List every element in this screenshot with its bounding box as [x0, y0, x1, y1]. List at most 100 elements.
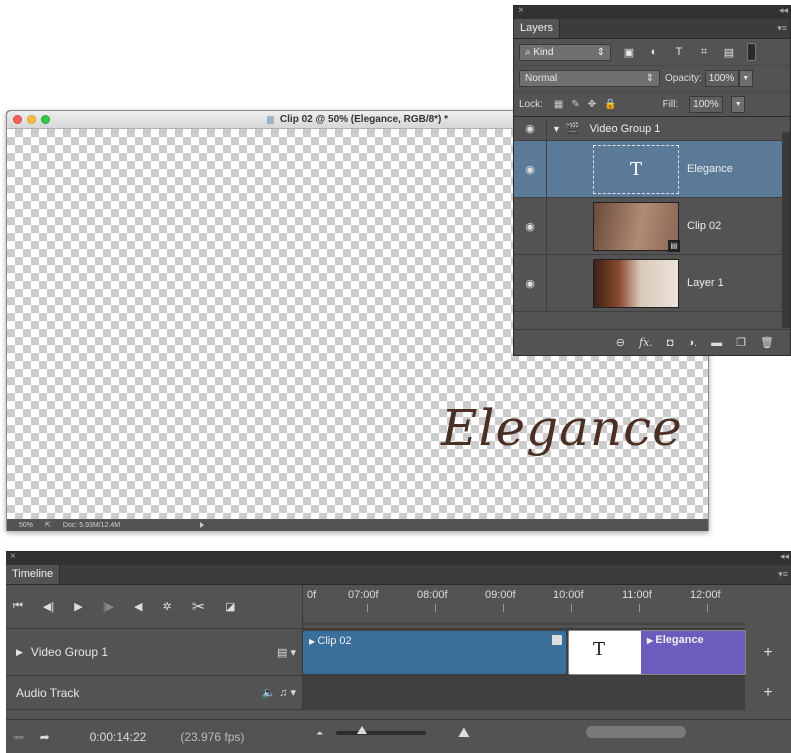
playback-controls: ⏮ ◀| ▶ |▶ ◀ ✲ ✂ ◪: [6, 585, 302, 629]
add-audio-plus-icon[interactable]: +: [745, 676, 791, 710]
transition-icon[interactable]: ◪: [225, 600, 235, 613]
visibility-eye-icon[interactable]: ◉: [514, 198, 547, 254]
ruler-tick: [571, 604, 572, 612]
zoom-window-button[interactable]: [41, 115, 50, 124]
fill-dropdown-button[interactable]: ▼: [731, 95, 746, 113]
filter-toggle-switch[interactable]: [747, 43, 756, 61]
layer-name: Elegance: [687, 163, 733, 175]
fill-field[interactable]: 100%: [689, 95, 724, 113]
type-filter-icon[interactable]: T: [672, 46, 686, 58]
lock-transparency-icon[interactable]: ▦: [554, 99, 563, 110]
tab-timeline[interactable]: Timeline: [6, 565, 61, 584]
link-layers-icon[interactable]: ⊖: [616, 336, 625, 349]
elegance-clip-bar[interactable]: ▶ Elegance: [641, 631, 745, 674]
timeline-horizontal-scrollbar[interactable]: [586, 726, 686, 738]
audio-track-header[interactable]: Audio Track 🔈 ♫ ▾: [6, 676, 302, 710]
render-video-arrow-icon[interactable]: ➦: [40, 730, 50, 744]
lock-pixels-brush-icon[interactable]: ✎: [571, 99, 579, 110]
audio-track[interactable]: [302, 676, 745, 710]
layer-row-elegance[interactable]: ◉ T Elegance: [514, 141, 790, 198]
new-group-folder-icon[interactable]: ▬: [711, 337, 722, 349]
status-menu-arrow-icon[interactable]: [200, 522, 205, 528]
layer-group-row[interactable]: ◉ ▼ 🎬 Video Group 1: [514, 117, 790, 141]
visibility-eye-icon[interactable]: ◉: [514, 141, 547, 197]
smart-object-filter-icon[interactable]: ▤: [722, 46, 736, 59]
layer-name: Clip 02: [687, 220, 722, 232]
layers-scrollbar[interactable]: [782, 132, 790, 328]
layers-tab-row: Layers ▾≡: [514, 19, 790, 39]
collapse-panel-icon[interactable]: ◂◂: [780, 551, 789, 562]
visibility-eye-icon[interactable]: ◉: [514, 255, 547, 311]
lock-all-padlock-icon[interactable]: 🔒: [604, 99, 616, 110]
type-clip-glyph: T: [593, 639, 606, 660]
blend-mode-value: Normal: [525, 73, 558, 84]
pixel-filter-icon[interactable]: ▣: [622, 46, 636, 59]
ruler-label: 12:00f: [690, 589, 721, 601]
play-icon[interactable]: ▶: [74, 600, 82, 613]
layer-style-fx-icon[interactable]: fx.: [639, 336, 653, 349]
new-adjustment-icon[interactable]: ◑.: [687, 337, 697, 349]
timeline-zoom-slider[interactable]: [336, 726, 426, 735]
mute-audio-icon[interactable]: ◀: [134, 600, 142, 613]
video-group-track-header[interactable]: ▶ Video Group 1 ▤ ▾: [6, 629, 302, 676]
layer-row-layer-1[interactable]: ◉ Layer 1: [514, 255, 790, 312]
ruler-tick: [503, 604, 504, 612]
timeline-topbar: × ◂◂: [6, 551, 791, 565]
split-scissors-icon[interactable]: ✂: [192, 597, 205, 617]
zoom-level[interactable]: 50%: [19, 522, 33, 529]
zoom-slider-thumb[interactable]: [357, 726, 367, 734]
clip-02-clip[interactable]: ▶ Clip 02: [303, 631, 566, 674]
visibility-eye-icon[interactable]: ◉: [514, 117, 547, 140]
adjustment-filter-icon[interactable]: ◐: [647, 46, 661, 58]
blend-mode-select[interactable]: Normal ⇕: [519, 70, 660, 87]
layer-filter-row: ⌕ Kind ⇕ ▣ ◐ T ⌗ ▤: [514, 39, 790, 65]
audio-volume-note-icon[interactable]: 🔈 ♫ ▾: [262, 686, 296, 699]
close-panel-icon[interactable]: ×: [10, 551, 16, 562]
close-window-button[interactable]: [13, 115, 22, 124]
panel-menu-icon[interactable]: ▾≡: [777, 23, 787, 34]
add-mask-icon[interactable]: ◘: [667, 337, 674, 349]
share-icon[interactable]: ⇱: [45, 521, 51, 529]
minimize-window-button[interactable]: [27, 115, 36, 124]
panel-menu-icon[interactable]: ▾≡: [778, 569, 788, 580]
settings-gear-icon[interactable]: ✲: [163, 600, 172, 613]
frame-animation-icon[interactable]: ▫▫▫: [14, 732, 24, 742]
shape-filter-icon[interactable]: ⌗: [697, 46, 711, 59]
fill-label: Fill:: [662, 98, 679, 110]
video-group-clapper-icon: 🎬: [565, 123, 580, 135]
next-frame-icon[interactable]: |▶: [103, 600, 114, 613]
frame-rate: (23.976 fps): [180, 729, 245, 744]
expand-caret-icon[interactable]: ▼: [552, 124, 561, 134]
opacity-dropdown-button[interactable]: ▼: [738, 70, 753, 87]
layers-panel-topbar: × ◂◂: [514, 5, 790, 19]
time-ruler[interactable]: 0f 07:00f 08:00f 09:00f 10:00f 11:00f 12…: [302, 585, 745, 629]
new-layer-icon[interactable]: ❐: [736, 336, 746, 349]
zoom-in-mountain-icon[interactable]: ⛰: [458, 724, 470, 741]
add-video-media-plus-icon[interactable]: +: [745, 629, 791, 676]
ruler-label: 10:00f: [553, 589, 584, 601]
close-panel-icon[interactable]: ×: [518, 5, 524, 16]
previous-frame-icon[interactable]: ◀|: [43, 600, 54, 613]
elegance-clip[interactable]: T ▶ Elegance: [568, 630, 746, 675]
delete-layer-trash-icon[interactable]: 🗑: [760, 336, 774, 349]
ruler-tick: [435, 604, 436, 612]
work-area-bar[interactable]: [303, 622, 745, 625]
collapse-panel-icon[interactable]: ◂◂: [779, 5, 788, 16]
document-title: Clip 02 @ 50% (Elegance, RGB/8*) *: [279, 114, 449, 125]
filter-kind-select[interactable]: ⌕ Kind ⇕: [519, 43, 611, 61]
film-strip-menu-icon[interactable]: ▤ ▾: [277, 646, 296, 659]
opacity-field[interactable]: 100%: [704, 70, 739, 87]
lock-position-move-icon[interactable]: ✥: [588, 99, 596, 110]
video-layer-thumbnail: ▤: [593, 201, 680, 252]
video-group-track[interactable]: ▶ Clip 02 T ▶ Elegance: [302, 629, 746, 676]
tab-layers[interactable]: Layers: [514, 19, 561, 38]
zoom-out-mountain-icon[interactable]: ⏶: [316, 728, 323, 739]
timecode: 0:00:14:22: [89, 729, 147, 744]
go-to-first-frame-icon[interactable]: ⏮: [13, 600, 23, 613]
ruler-tick: [367, 604, 368, 612]
expand-caret-icon[interactable]: ▶: [16, 647, 23, 658]
layers-panel: × ◂◂ Layers ▾≡ ⌕ Kind ⇕ ▣ ◐ T ⌗ ▤ Normal…: [513, 5, 791, 356]
canvas-text-elegance[interactable]: Elegance: [441, 399, 683, 457]
filter-kind-label: Kind: [533, 46, 554, 58]
layer-row-clip-02[interactable]: ◉ ▤ Clip 02: [514, 198, 790, 255]
